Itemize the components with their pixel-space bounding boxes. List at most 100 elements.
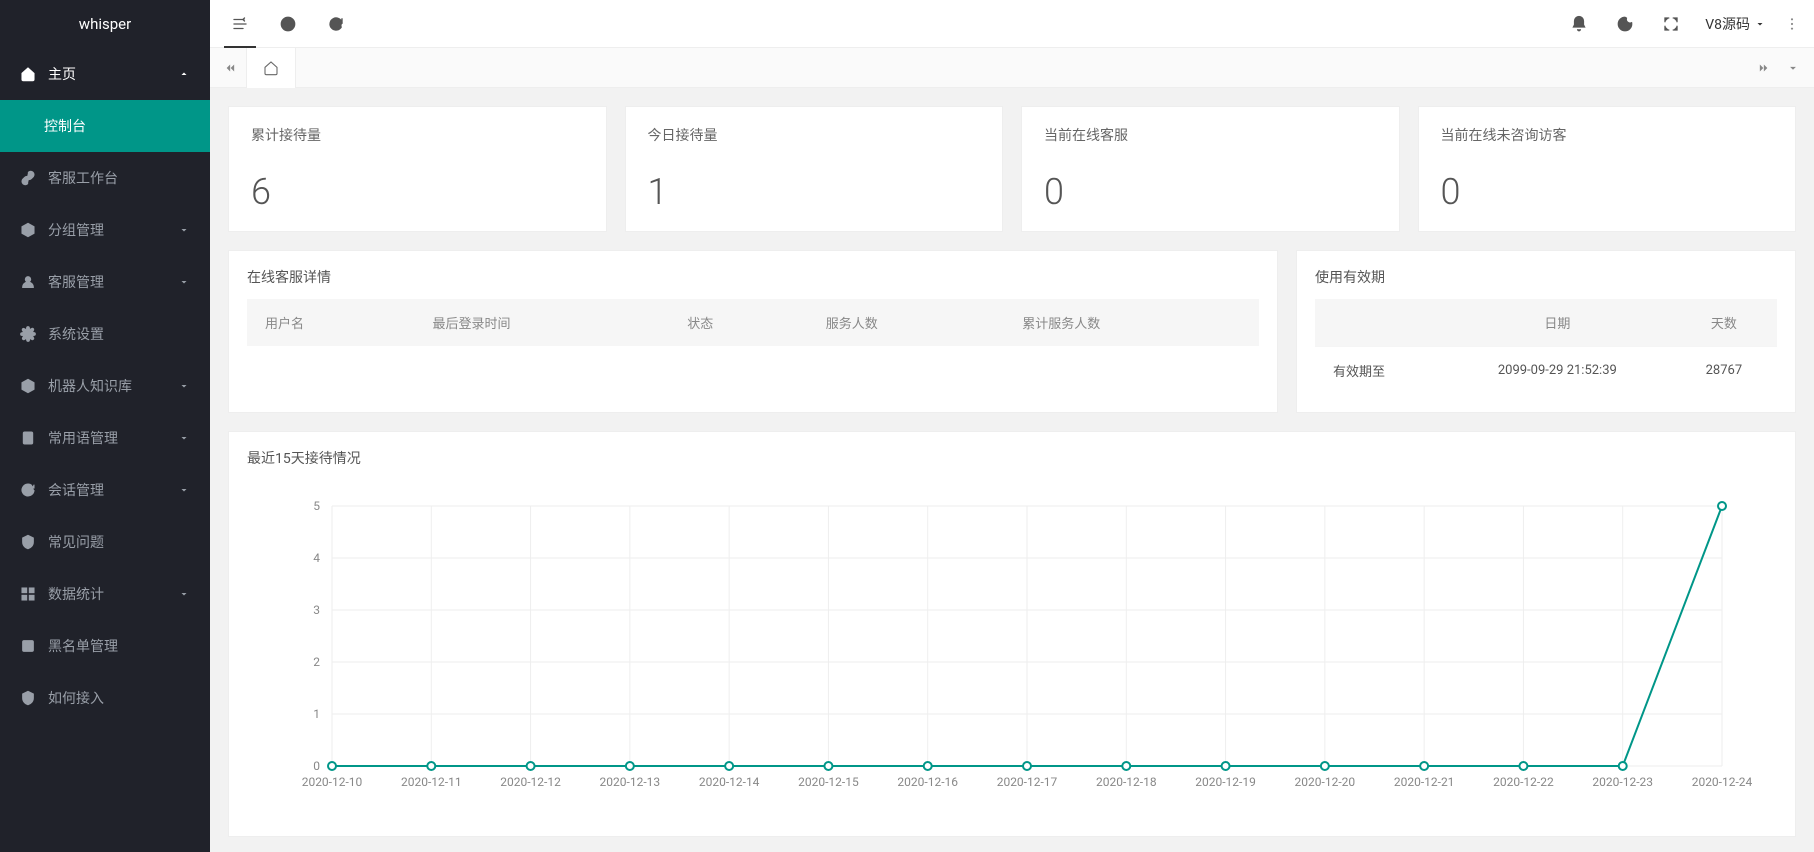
svg-text:2020-12-23: 2020-12-23	[1592, 775, 1653, 789]
toggle-sidebar-button[interactable]	[220, 0, 260, 48]
sidebar-item-label: 机器人知识库	[48, 376, 132, 396]
stat-card-1: 今日接待量 1	[625, 106, 1004, 232]
sidebar-item-1[interactable]: 控制台	[0, 100, 210, 152]
sidebar-item-label: 常见问题	[48, 532, 104, 552]
user-icon	[20, 274, 36, 290]
svg-text:2020-12-14: 2020-12-14	[699, 775, 760, 789]
sidebar-item-10[interactable]: 数据统计	[0, 568, 210, 620]
topbar: V8源码	[210, 0, 1814, 48]
sidebar-menu: 主页控制台客服工作台分组管理客服管理系统设置机器人知识库常用语管理会话管理常见问…	[0, 48, 210, 852]
sidebar: whisper 主页控制台客服工作台分组管理客服管理系统设置机器人知识库常用语管…	[0, 0, 210, 852]
refresh-icon	[20, 482, 36, 498]
home-icon	[20, 66, 36, 82]
sidebar-item-7[interactable]: 常用语管理	[0, 412, 210, 464]
refresh-button[interactable]	[316, 0, 356, 48]
chart-panel: 最近15天接待情况 0123452020-12-102020-12-112020…	[228, 431, 1796, 837]
online-agents-panel: 在线客服详情 用户名最后登录时间状态服务人数累计服务人数	[228, 250, 1278, 413]
tabs-dropdown[interactable]	[1778, 48, 1808, 88]
svg-text:2020-12-12: 2020-12-12	[500, 775, 561, 789]
sidebar-item-4[interactable]: 客服管理	[0, 256, 210, 308]
theme-icon[interactable]	[1605, 0, 1645, 48]
validity-panel: 使用有效期 日期天数有效期至2099-09-29 21:52:3928767	[1296, 250, 1796, 413]
svg-text:1: 1	[313, 707, 320, 721]
source-label: V8源码	[1705, 14, 1750, 34]
fullscreen-icon[interactable]	[1651, 0, 1691, 48]
stat-value: 0	[1441, 171, 1774, 213]
stat-card-0: 累计接待量6	[228, 106, 607, 232]
svg-text:2020-12-19: 2020-12-19	[1195, 775, 1256, 789]
svg-text:2020-12-21: 2020-12-21	[1394, 775, 1455, 789]
stat-label: 今日接待量	[648, 125, 981, 145]
stat-value: 1	[648, 171, 981, 213]
sidebar-item-label: 系统设置	[48, 324, 104, 344]
line-chart: 0123452020-12-102020-12-112020-12-122020…	[259, 486, 1765, 806]
svg-text:2020-12-20: 2020-12-20	[1295, 775, 1356, 789]
sidebar-item-label: 会话管理	[48, 480, 104, 500]
sidebar-item-label: 黑名单管理	[48, 636, 118, 656]
link-icon	[20, 170, 36, 186]
col-header: 服务人数	[808, 299, 1005, 346]
svg-text:0: 0	[313, 759, 320, 773]
chevron-down-icon	[178, 224, 190, 236]
globe-button[interactable]	[268, 0, 308, 48]
app-logo: whisper	[0, 0, 210, 48]
svg-text:5: 5	[313, 499, 320, 513]
chevron-down-icon	[178, 68, 190, 80]
cell: 2099-09-29 21:52:39	[1444, 347, 1671, 395]
col-header: 最后登录时间	[415, 299, 670, 346]
svg-text:4: 4	[313, 551, 320, 565]
sidebar-item-label: 控制台	[44, 116, 86, 136]
sidebar-item-label: 如何接入	[48, 688, 104, 708]
sidebar-item-6[interactable]: 机器人知识库	[0, 360, 210, 412]
sidebar-item-8[interactable]: 会话管理	[0, 464, 210, 516]
stat-value: 6	[251, 171, 584, 213]
sidebar-item-9[interactable]: 常见问题	[0, 516, 210, 568]
svg-text:2020-12-16: 2020-12-16	[897, 775, 958, 789]
sidebar-item-11[interactable]: 黑名单管理	[0, 620, 210, 672]
cell: 有效期至	[1315, 347, 1444, 395]
svg-text:2020-12-15: 2020-12-15	[798, 775, 859, 789]
sidebar-item-12[interactable]: 如何接入	[0, 672, 210, 724]
chart-title: 最近15天接待情况	[229, 432, 1795, 476]
svg-text:2020-12-11: 2020-12-11	[401, 775, 462, 789]
content: 累计接待量6今日接待量1当前在线客服0当前在线未咨询访客0 在线客服详情 用户名…	[210, 88, 1814, 852]
sidebar-item-label: 客服管理	[48, 272, 104, 292]
svg-text:2020-12-24: 2020-12-24	[1692, 775, 1753, 789]
col-header: 日期	[1444, 299, 1671, 347]
col-header: 累计服务人数	[1004, 299, 1259, 346]
chevron-down-icon	[178, 380, 190, 392]
cube-icon	[20, 378, 36, 394]
svg-text:2020-12-22: 2020-12-22	[1493, 775, 1554, 789]
chevron-down-icon	[178, 432, 190, 444]
validity-table: 日期天数有效期至2099-09-29 21:52:3928767	[1315, 299, 1777, 394]
sidebar-item-0[interactable]: 主页	[0, 48, 210, 100]
sidebar-item-label: 主页	[48, 64, 76, 84]
tabs-scroll-left[interactable]	[216, 48, 246, 88]
sidebar-item-2[interactable]: 客服工作台	[0, 152, 210, 204]
stat-card-3: 当前在线未咨询访客0	[1418, 106, 1797, 232]
stat-value: 0	[1044, 171, 1377, 213]
svg-text:2020-12-17: 2020-12-17	[997, 775, 1058, 789]
tab-home[interactable]	[246, 48, 296, 88]
shield-icon	[20, 534, 36, 550]
bell-icon[interactable]	[1559, 0, 1599, 48]
doc-icon	[20, 430, 36, 446]
svg-text:2020-12-13: 2020-12-13	[600, 775, 661, 789]
table-row: 有效期至2099-09-29 21:52:3928767	[1315, 347, 1777, 395]
grid-icon	[20, 586, 36, 602]
sidebar-item-5[interactable]: 系统设置	[0, 308, 210, 360]
sidebar-item-label: 分组管理	[48, 220, 104, 240]
tabs-scroll-right[interactable]	[1748, 48, 1778, 88]
tabbar	[210, 48, 1814, 88]
sidebar-item-label: 数据统计	[48, 584, 104, 604]
chevron-down-icon	[178, 588, 190, 600]
more-menu-button[interactable]	[1780, 16, 1804, 32]
sidebar-item-label: 常用语管理	[48, 428, 118, 448]
list-icon	[20, 638, 36, 654]
panel-title: 在线客服详情	[229, 251, 1277, 299]
sidebar-item-3[interactable]: 分组管理	[0, 204, 210, 256]
stats-row: 累计接待量6今日接待量1当前在线客服0当前在线未咨询访客0	[228, 106, 1796, 232]
main-area: V8源码 累计接待量6今日接待量1当前在线客服0当前在线未咨询访客0 在线客服详…	[210, 0, 1814, 852]
source-dropdown[interactable]: V8源码	[1697, 0, 1774, 48]
col-header: 用户名	[247, 299, 415, 346]
